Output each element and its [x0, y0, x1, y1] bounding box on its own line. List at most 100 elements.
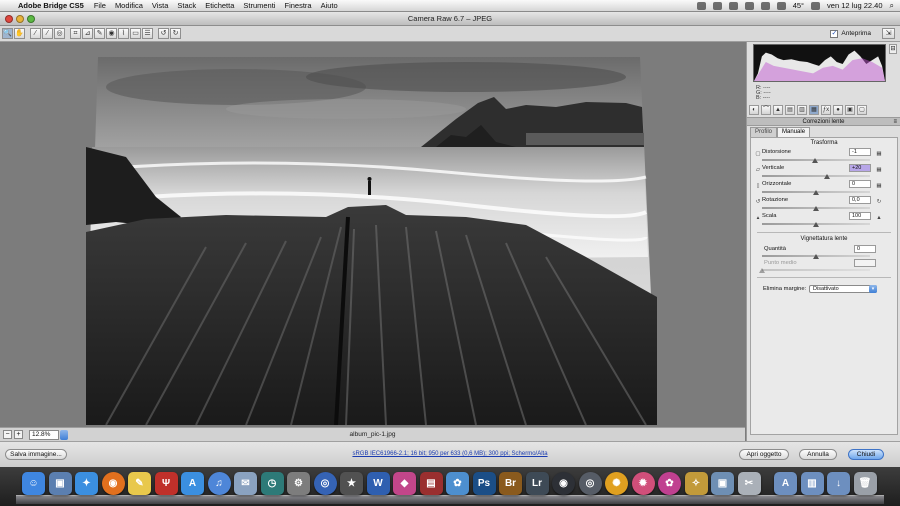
dock-mail-icon[interactable]: ✉ — [234, 472, 257, 495]
dock-itunes-icon[interactable]: ♫ — [207, 472, 231, 495]
dock-preview-doc-icon[interactable]: ▣ — [711, 472, 734, 495]
dock-firefox-icon[interactable]: ◉ — [101, 472, 125, 495]
temperature-readout[interactable]: 45° — [793, 1, 804, 10]
menu-finestra[interactable]: Finestra — [284, 1, 311, 10]
workflow-options-link[interactable]: sRGB IEC61966-2.1; 16 bit; 950 per 633 (… — [352, 451, 547, 457]
tab-split-toning-icon[interactable]: ▥ — [797, 105, 807, 115]
dock-notes-icon[interactable]: ✎ — [128, 472, 151, 495]
dock-color-app-icon[interactable]: ◆ — [393, 472, 416, 495]
scala-value[interactable]: 100 — [849, 212, 871, 220]
dock-applications-stack-icon[interactable]: A — [774, 472, 797, 495]
tab-lens-corrections-icon[interactable]: ▦ — [809, 105, 819, 115]
quantita-value[interactable]: 0 — [854, 245, 876, 253]
dock-trash-icon[interactable]: 🗑 — [853, 472, 877, 495]
tab-camera-calibration-icon[interactable]: ● — [833, 105, 843, 115]
dock-grab-icon[interactable]: ✂ — [737, 472, 761, 495]
status-icon-3[interactable] — [728, 1, 738, 10]
zoom-dropdown-icon[interactable] — [60, 429, 68, 440]
verticale-thumb[interactable] — [823, 174, 830, 179]
dock-iphoto-icon[interactable]: ✿ — [446, 472, 469, 495]
tab-tone-curve-icon[interactable]: ⌒ — [761, 105, 771, 115]
dock-filezilla-icon[interactable]: Ψ — [154, 472, 178, 495]
app-menu[interactable]: Adobe Bridge CS5 — [18, 1, 84, 10]
dock-flower-icon[interactable]: ✿ — [658, 472, 681, 495]
menu-file[interactable]: File — [94, 1, 106, 10]
menu-stack[interactable]: Stack — [177, 1, 196, 10]
rotate-right-icon[interactable]: ↻ — [170, 28, 181, 39]
dock-camera-icon[interactable]: ◎ — [578, 472, 602, 495]
tab-hsl-icon[interactable]: ▤ — [785, 105, 795, 115]
distorsione-thumb[interactable] — [812, 158, 819, 163]
red-eye-icon[interactable]: ◉ — [106, 28, 117, 39]
dock-color-wheel-icon[interactable]: ✹ — [631, 472, 655, 495]
dock-word-icon[interactable]: W — [366, 472, 390, 495]
dock-preview-icon[interactable]: ▣ — [48, 472, 72, 495]
dock-bridge-icon[interactable]: Br — [499, 472, 522, 495]
dock-system-preferences-icon[interactable]: ⚙ — [287, 472, 310, 495]
tab-presets-icon[interactable]: ▣ — [845, 105, 855, 115]
dock-aperture-icon[interactable]: ◉ — [552, 472, 575, 495]
zoom-icon[interactable]: 🔍 — [2, 28, 13, 39]
battery-icon[interactable] — [811, 1, 821, 10]
rotazione-value[interactable]: 0,0 — [849, 196, 871, 204]
spotlight-icon[interactable]: ⌕ — [890, 1, 894, 11]
dock-photo-booth-icon[interactable]: ▤ — [419, 472, 443, 495]
gradient-filter-icon[interactable]: ▭ — [130, 28, 141, 39]
dock-imovie-icon[interactable]: ★ — [340, 472, 363, 495]
bluetooth-icon[interactable] — [776, 1, 786, 10]
dock-app-store-icon[interactable]: A — [181, 472, 204, 495]
distorsione-value[interactable]: -1 — [849, 148, 871, 156]
zoom-in-button[interactable]: + — [14, 430, 23, 439]
menu-strumenti[interactable]: Strumenti — [243, 1, 275, 10]
tab-basic-icon[interactable]: ◐ — [749, 105, 759, 115]
target-icon[interactable]: ◎ — [54, 28, 65, 39]
wifi-icon[interactable] — [744, 1, 754, 10]
fullscreen-toggle-icon[interactable]: ⇲ — [882, 28, 895, 39]
preview-checkbox[interactable]: ✓ — [830, 29, 839, 38]
elimina-margine-select[interactable]: Disattivato ▾ — [809, 285, 877, 293]
orizzontale-value[interactable]: 0 — [849, 180, 871, 188]
dock-sketch-icon[interactable]: ✧ — [684, 472, 708, 495]
menu-etichetta[interactable]: Etichetta — [205, 1, 234, 10]
verticale-value[interactable]: +20 — [849, 164, 871, 172]
save-image-button[interactable]: Salva immagine... — [5, 449, 67, 460]
clock[interactable]: ven 12 lug 22.40 — [827, 1, 882, 10]
quantita-thumb[interactable] — [813, 254, 819, 259]
photo-preview[interactable] — [86, 47, 657, 425]
cancel-button[interactable]: Annulla — [799, 449, 837, 460]
tab-profilo[interactable]: Profilo — [750, 127, 778, 137]
scala-thumb[interactable] — [813, 222, 819, 227]
dock-downloads-stack-icon[interactable]: ↓ — [827, 472, 850, 495]
close-button[interactable]: Chiudi — [848, 449, 884, 460]
zoom-out-button[interactable]: − — [3, 430, 12, 439]
orizzontale-thumb[interactable] — [813, 190, 819, 195]
panel-resize-icon[interactable]: ⊟ — [889, 44, 897, 54]
menu-modifica[interactable]: Modifica — [115, 1, 143, 10]
menu-vista[interactable]: Vista — [152, 1, 169, 10]
volume-icon[interactable] — [760, 1, 770, 10]
dock-lightroom-icon[interactable]: Lr — [525, 472, 549, 495]
dock-safari-icon[interactable]: ✦ — [75, 472, 98, 495]
status-icon-1[interactable] — [696, 1, 706, 10]
hand-icon[interactable]: ✋ — [14, 28, 25, 39]
rotazione-thumb[interactable] — [813, 206, 819, 211]
menu-aiuto[interactable]: Aiuto — [321, 1, 338, 10]
dock-dvd-player-icon[interactable]: ◎ — [313, 472, 337, 495]
tab-snapshots-icon[interactable]: ▢ — [857, 105, 867, 115]
dock-photoshop-icon[interactable]: Ps — [472, 472, 496, 495]
status-icon-2[interactable] — [712, 1, 722, 10]
open-object-button[interactable]: Apri oggetto — [739, 449, 789, 460]
color-sampler-icon[interactable]: ⁄ — [42, 28, 53, 39]
tab-detail-icon[interactable]: ▲ — [773, 105, 783, 115]
dock-finder-icon[interactable]: ☺ — [22, 472, 45, 495]
dock-documents-stack-icon[interactable]: ▥ — [800, 472, 824, 495]
verticale-slider[interactable] — [762, 175, 870, 177]
close-window-button[interactable] — [5, 14, 13, 23]
zoom-level-field[interactable]: 12.8% — [29, 429, 59, 440]
panel-menu-icon[interactable]: ≡ — [893, 118, 897, 126]
spot-removal-icon[interactable]: ✎ — [94, 28, 105, 39]
crop-icon[interactable]: ⌗ — [70, 28, 81, 39]
minimize-window-button[interactable] — [16, 14, 24, 23]
dock-pinwheel-icon[interactable]: ✺ — [605, 472, 628, 495]
tab-effects-icon[interactable]: ƒx — [821, 105, 831, 115]
